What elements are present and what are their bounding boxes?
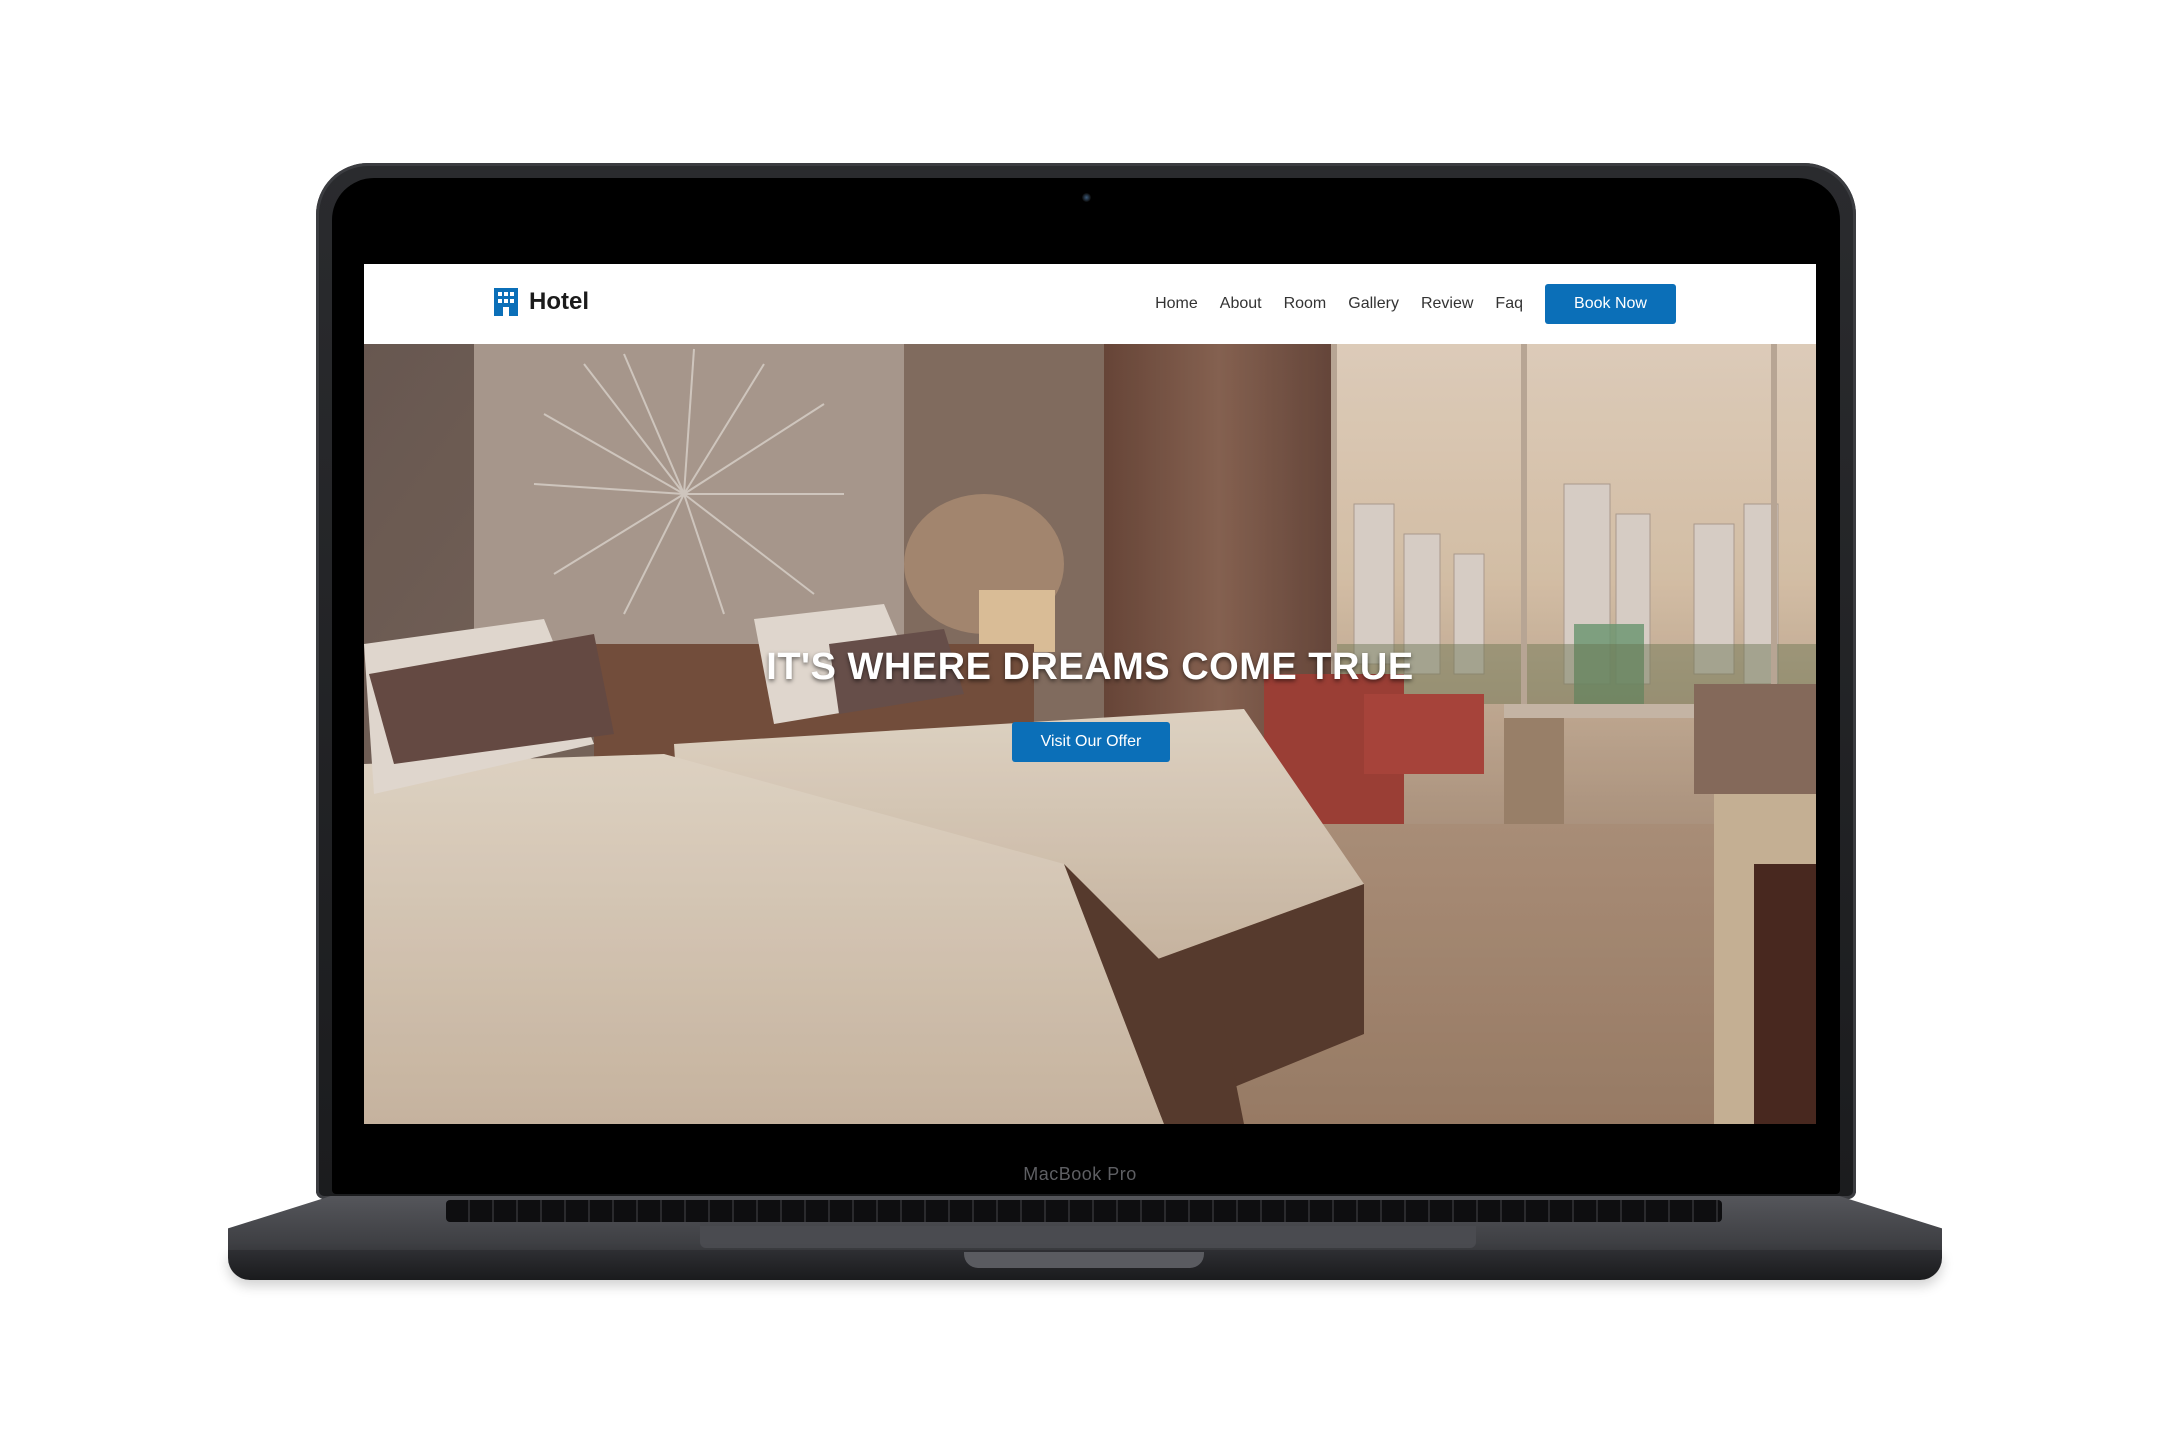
visit-offer-button[interactable]: Visit Our Offer [1012, 722, 1170, 762]
nav-link-faq[interactable]: Faq [1495, 295, 1523, 313]
logo-text: Hotel [529, 288, 589, 315]
device-brand-label: MacBook Pro [1023, 1164, 1137, 1184]
site-logo[interactable]: Hotel [494, 288, 589, 316]
nav-link-home[interactable]: Home [1155, 295, 1198, 313]
nav-link-review[interactable]: Review [1421, 295, 1473, 313]
keyboard [446, 1200, 1722, 1222]
browser-viewport: Hotel Home About Room Gallery Review Faq… [364, 264, 1816, 1124]
lid-notch [964, 1252, 1204, 1268]
nav-link-gallery[interactable]: Gallery [1348, 295, 1399, 313]
hero-section: IT'S WHERE DREAMS COME TRUE Visit Our Of… [364, 344, 1816, 1124]
hero-title: IT'S WHERE DREAMS COME TRUE [766, 646, 1414, 688]
book-now-button[interactable]: Book Now [1545, 284, 1676, 324]
site-navbar: Hotel Home About Room Gallery Review Faq… [364, 264, 1816, 344]
nav-menu: Home About Room Gallery Review Faq Book … [1133, 284, 1676, 324]
hotel-building-icon [494, 288, 518, 316]
nav-link-room[interactable]: Room [1284, 295, 1327, 313]
trackpad-edge [700, 1226, 1476, 1248]
nav-link-about[interactable]: About [1220, 295, 1262, 313]
webcam-icon [1082, 193, 1091, 202]
laptop-mockup: Hotel Home About Room Gallery Review Faq… [0, 0, 2160, 1440]
